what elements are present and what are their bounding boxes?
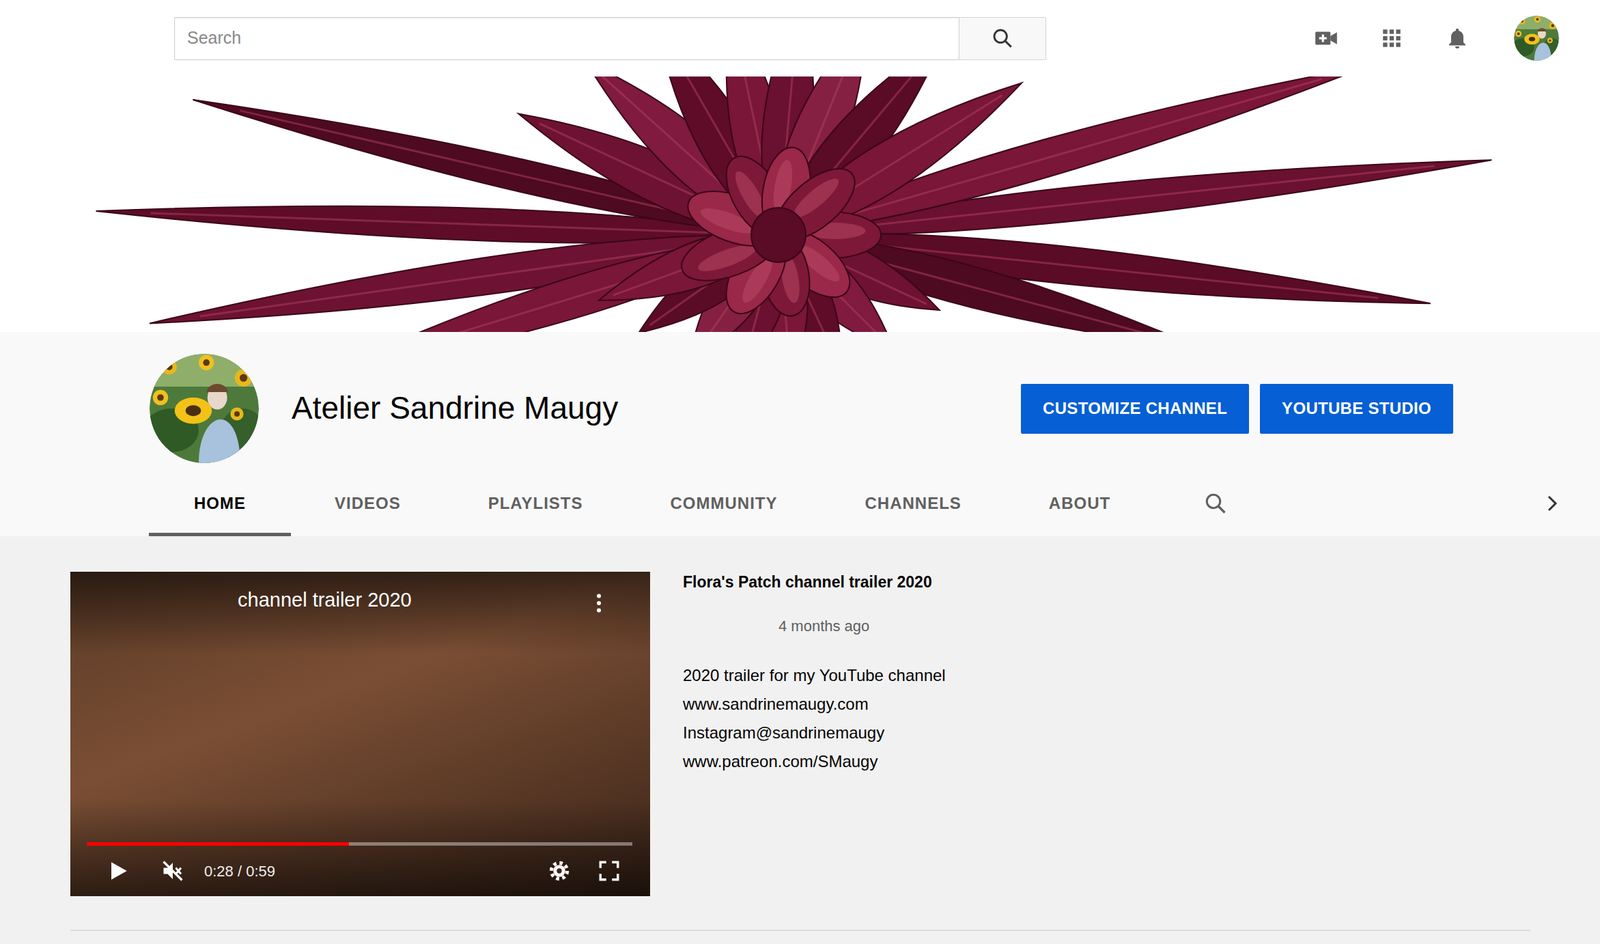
- account-avatar-icon[interactable]: [1513, 15, 1560, 61]
- progress-fill: [86, 841, 349, 846]
- channel-tab[interactable]: ABOUT: [1005, 469, 1155, 537]
- player-title[interactable]: channel trailer 2020: [237, 587, 412, 612]
- apps-grid-icon[interactable]: [1358, 16, 1425, 61]
- gear-icon[interactable]: [546, 858, 572, 883]
- video-info: Flora's Patch channel trailer 2020 4 mont…: [682, 571, 946, 776]
- bell-icon[interactable]: [1424, 16, 1491, 61]
- video-title[interactable]: Flora's Patch channel trailer 2020: [682, 571, 946, 593]
- channel-row: Atelier Sandrine Maugy CUSTOMIZE CHANNELY…: [0, 331, 1600, 463]
- search-bar: [174, 17, 1047, 61]
- chevron-right-icon[interactable]: [1531, 469, 1573, 537]
- video-description: 2020 trailer for my YouTube channelwww.s…: [682, 661, 946, 776]
- search-field[interactable]: [174, 17, 959, 61]
- play-icon[interactable]: [105, 858, 131, 883]
- description-line[interactable]: www.sandrinemaugy.com: [682, 689, 946, 719]
- channel-tab[interactable]: VIDEOS: [290, 469, 445, 537]
- top-actions: [1293, 15, 1600, 61]
- progress-track[interactable]: [86, 841, 633, 846]
- muted-speaker-icon[interactable]: [160, 858, 186, 883]
- customize-channel-button[interactable]: CUSTOMIZE CHANNEL: [1020, 383, 1249, 434]
- channel-tab[interactable]: CHANNELS: [821, 469, 1006, 537]
- channel-tab[interactable]: HOME: [148, 469, 291, 537]
- search-icon[interactable]: [1195, 469, 1237, 537]
- channel-title: Atelier Sandrine Maugy: [258, 353, 619, 463]
- player-bottom-shade: [70, 800, 651, 896]
- tab-label[interactable]: CHANNELS: [865, 490, 962, 516]
- more-vertical-icon[interactable]: [586, 590, 612, 616]
- description-line[interactable]: Instagram@sandrinemaugy: [682, 718, 946, 748]
- channel-content: channel trailer 2020 0:28 / 0:59 Flora's P…: [0, 536, 1600, 931]
- channel-avatar-icon[interactable]: [149, 353, 259, 463]
- channel-header: Atelier Sandrine Maugy CUSTOMIZE CHANNELY…: [0, 331, 1600, 537]
- video-player[interactable]: channel trailer 2020 0:28 / 0:59: [70, 571, 651, 896]
- player-top-shade: [70, 571, 651, 654]
- description-line: 2020 trailer for my YouTube channel: [682, 661, 946, 690]
- player-time: 0:28 / 0:59: [204, 859, 276, 883]
- description-line[interactable]: www.patreon.com/SMaugy: [682, 747, 946, 776]
- tab-label[interactable]: HOME: [193, 490, 246, 516]
- channel-tab[interactable]: COMMUNITY: [626, 469, 822, 537]
- video-age: 4 months ago: [682, 615, 946, 637]
- section-divider: [70, 929, 1531, 931]
- top-bar: [0, 0, 1600, 77]
- tab-label[interactable]: PLAYLISTS: [488, 490, 584, 516]
- dahlia-banner-icon: [0, 76, 1600, 332]
- tab-label[interactable]: COMMUNITY: [670, 490, 778, 516]
- featured-video: channel trailer 2020 0:28 / 0:59 Flora's P…: [70, 571, 1600, 896]
- channel-name: Atelier Sandrine Maugy: [291, 389, 619, 427]
- search-icon[interactable]: [990, 26, 1015, 50]
- tab-label[interactable]: ABOUT: [1048, 490, 1111, 516]
- tab-label[interactable]: VIDEOS: [334, 490, 401, 516]
- youtube-studio-button[interactable]: YOUTUBE STUDIO: [1259, 383, 1454, 434]
- fullscreen-icon[interactable]: [596, 858, 622, 883]
- video-camera-icon[interactable]: [1293, 16, 1359, 61]
- search-button[interactable]: [958, 17, 1047, 61]
- player-controls: 0:28 / 0:59: [70, 852, 651, 889]
- header-buttons: CUSTOMIZE CHANNELYOUTUBE STUDIO: [1020, 353, 1454, 463]
- channel-tab[interactable]: PLAYLISTS: [444, 469, 627, 537]
- channel-banner: [0, 76, 1600, 332]
- channel-tabs: HOME VIDEOS PLAYLISTS COMMUNITY CHANNELS ABOU…: [0, 469, 1600, 537]
